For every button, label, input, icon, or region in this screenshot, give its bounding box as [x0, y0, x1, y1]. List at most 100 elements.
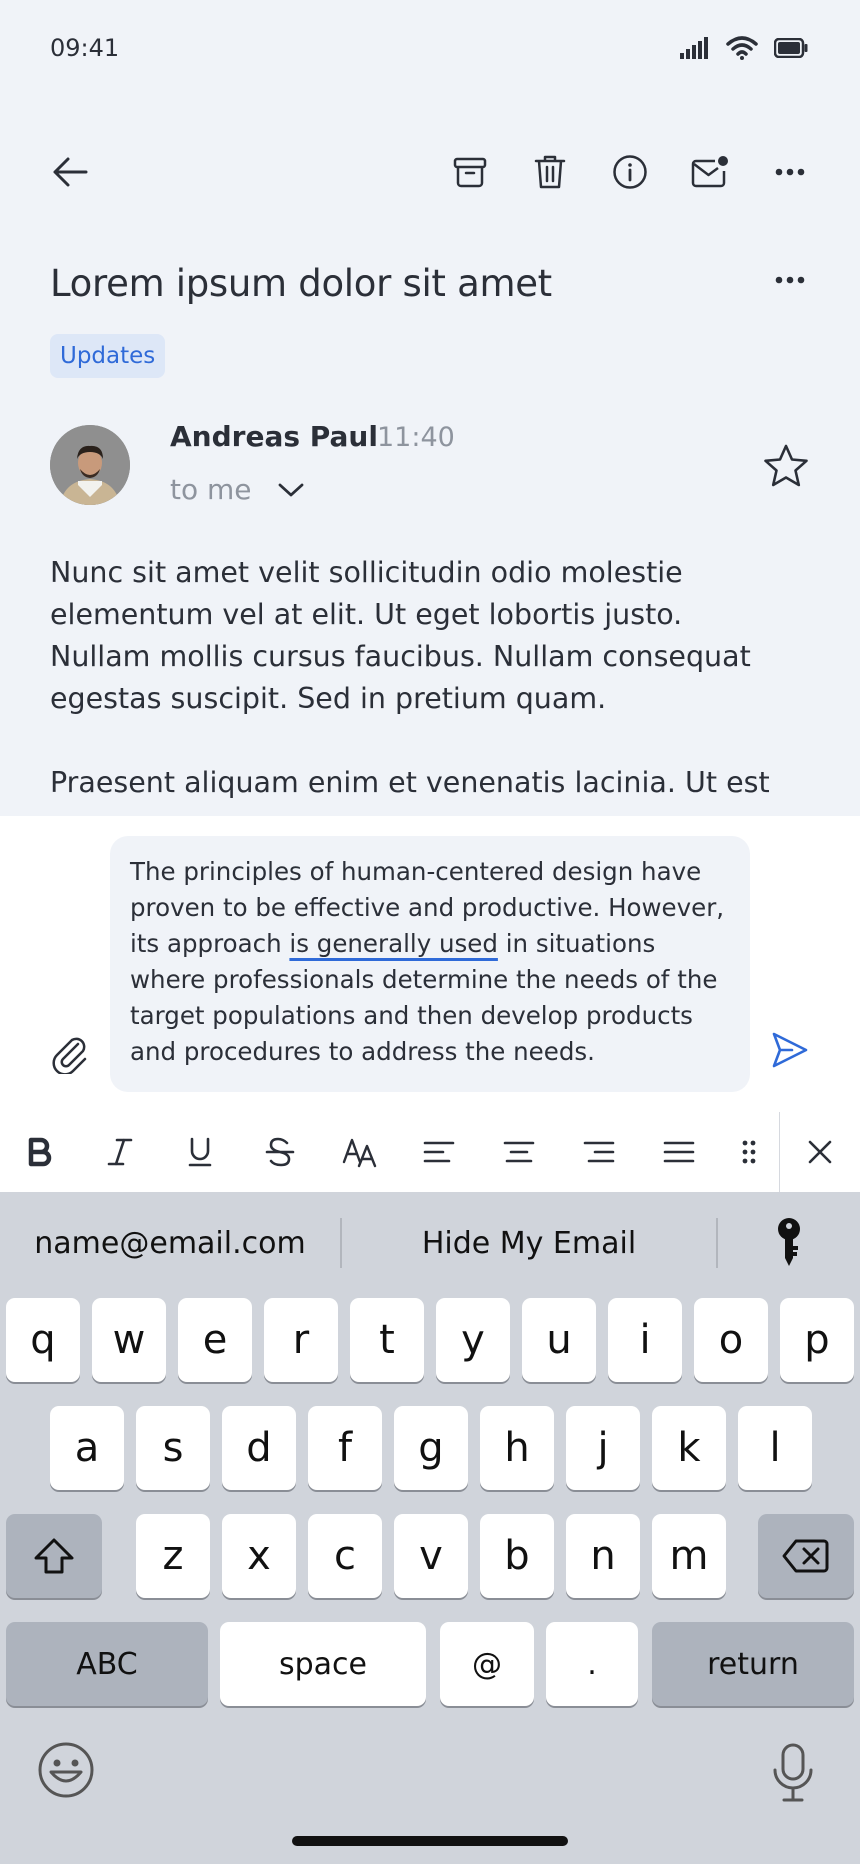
battery-icon: [774, 38, 808, 58]
key-w[interactable]: w: [92, 1298, 166, 1382]
key-o[interactable]: o: [694, 1298, 768, 1382]
passwords-key-button[interactable]: [718, 1218, 860, 1268]
subject-more-button[interactable]: [770, 262, 810, 298]
align-left-icon: [424, 1141, 455, 1163]
home-indicator[interactable]: [292, 1836, 568, 1846]
shift-key[interactable]: [6, 1514, 102, 1598]
suggestion-hide-my-email[interactable]: Hide My Email: [342, 1226, 716, 1261]
wifi-icon: [726, 36, 758, 60]
align-justify-icon: [663, 1141, 695, 1163]
back-button[interactable]: [48, 150, 92, 194]
reply-text-area[interactable]: The principles of human-centered design …: [110, 836, 750, 1092]
align-right-button[interactable]: [559, 1112, 639, 1192]
key-z[interactable]: z: [136, 1514, 210, 1598]
status-icons: [680, 36, 808, 60]
align-center-button[interactable]: [479, 1112, 559, 1192]
key-l[interactable]: l: [738, 1406, 812, 1490]
email-subject: Lorem ipsum dolor sit amet: [50, 262, 552, 305]
suggestion-email[interactable]: name@email.com: [0, 1226, 340, 1261]
key-i[interactable]: i: [608, 1298, 682, 1382]
email-body: Nunc sit amet velit sollicitudin odio mo…: [50, 552, 770, 816]
key-e[interactable]: e: [178, 1298, 252, 1382]
bold-button[interactable]: [0, 1112, 80, 1192]
person-photo-icon: [50, 425, 130, 505]
align-center-icon: [504, 1141, 535, 1163]
underline-button[interactable]: [160, 1112, 240, 1192]
mark-unread-button[interactable]: [688, 150, 732, 194]
format-toolbar: [0, 1112, 860, 1192]
key-x[interactable]: x: [222, 1514, 296, 1598]
abc-key[interactable]: ABC: [6, 1622, 208, 1706]
highlighted-phrase[interactable]: is generally used: [289, 929, 498, 958]
key-t[interactable]: t: [350, 1298, 424, 1382]
keyboard-suggestions: name@email.com Hide My Email: [0, 1192, 860, 1294]
archive-button[interactable]: [448, 150, 492, 194]
key-s[interactable]: s: [136, 1406, 210, 1490]
key-q[interactable]: q: [6, 1298, 80, 1382]
recipient-toggle[interactable]: to me: [170, 473, 304, 506]
bold-icon: [28, 1137, 52, 1167]
key-icon: [778, 1218, 800, 1266]
microphone-icon: [773, 1743, 813, 1802]
cellular-signal-icon: [680, 37, 708, 59]
info-icon: [613, 155, 647, 189]
key-g[interactable]: g: [394, 1406, 468, 1490]
key-f[interactable]: f: [308, 1406, 382, 1490]
key-a[interactable]: a: [50, 1406, 124, 1490]
archive-icon: [453, 157, 487, 188]
key-h[interactable]: h: [480, 1406, 554, 1490]
email-time: 11:40: [377, 422, 455, 453]
backspace-icon: [782, 1539, 829, 1573]
key-y[interactable]: y: [436, 1298, 510, 1382]
body-paragraph: Nunc sit amet velit sollicitudin odio mo…: [50, 556, 751, 715]
backspace-key[interactable]: [758, 1514, 854, 1598]
key-b[interactable]: b: [480, 1514, 554, 1598]
close-format-button[interactable]: [780, 1112, 860, 1192]
sender-name[interactable]: Andreas Paul: [170, 420, 378, 453]
key-n[interactable]: n: [566, 1514, 640, 1598]
shift-icon: [34, 1538, 74, 1574]
dictation-button[interactable]: [770, 1742, 816, 1804]
key-v[interactable]: v: [394, 1514, 468, 1598]
emoji-icon: [38, 1742, 94, 1798]
italic-icon: [107, 1138, 133, 1166]
key-k[interactable]: k: [652, 1406, 726, 1490]
star-icon: [764, 444, 808, 487]
chevron-down-icon: [278, 483, 303, 496]
format-drag-handle[interactable]: [719, 1112, 779, 1192]
key-c[interactable]: c: [308, 1514, 382, 1598]
at-key[interactable]: @: [440, 1622, 534, 1706]
text-size-button[interactable]: [320, 1112, 400, 1192]
key-j[interactable]: j: [566, 1406, 640, 1490]
key-p[interactable]: p: [780, 1298, 854, 1382]
text-size-icon: [342, 1138, 376, 1168]
justify-button[interactable]: [639, 1112, 719, 1192]
key-m[interactable]: m: [652, 1514, 726, 1598]
key-r[interactable]: r: [264, 1298, 338, 1382]
more-horizontal-icon: [775, 276, 805, 284]
email-body-viewport[interactable]: Nunc sit amet velit sollicitudin odio mo…: [0, 552, 860, 816]
drag-handle-icon: [742, 1140, 756, 1164]
return-key[interactable]: return: [652, 1622, 854, 1706]
delete-button[interactable]: [528, 150, 572, 194]
space-key[interactable]: space: [220, 1622, 426, 1706]
star-button[interactable]: [762, 442, 810, 490]
underline-icon: [188, 1137, 212, 1167]
more-horizontal-icon: [775, 168, 805, 176]
info-button[interactable]: [608, 150, 652, 194]
align-left-button[interactable]: [400, 1112, 480, 1192]
dot-key[interactable]: .: [546, 1622, 638, 1706]
sender-avatar[interactable]: [50, 425, 130, 505]
emoji-button[interactable]: [36, 1740, 96, 1800]
arrow-left-icon: [53, 157, 88, 187]
italic-button[interactable]: [80, 1112, 160, 1192]
label-chip[interactable]: Updates: [50, 334, 166, 378]
strikethrough-button[interactable]: [240, 1112, 320, 1192]
attach-button[interactable]: [50, 1030, 90, 1076]
key-d[interactable]: d: [222, 1406, 296, 1490]
send-button[interactable]: [770, 1030, 814, 1074]
more-options-button[interactable]: [768, 150, 812, 194]
status-time: 09:41: [50, 34, 120, 62]
key-u[interactable]: u: [522, 1298, 596, 1382]
close-icon: [808, 1140, 832, 1164]
